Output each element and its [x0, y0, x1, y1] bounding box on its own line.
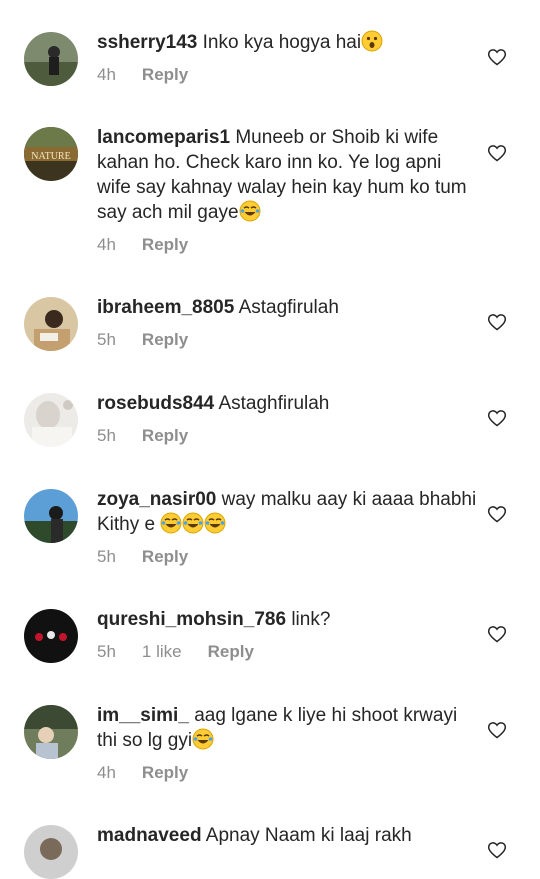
comment-time: 4h	[97, 235, 116, 254]
comment-username[interactable]: zoya_nasir00	[97, 489, 216, 510]
comment-text: Inko kya hogya hai	[202, 32, 362, 53]
comment-username[interactable]: im__simi_	[97, 705, 189, 726]
comment-meta: 5h Reply	[97, 426, 214, 446]
comment-meta: 4h Reply	[97, 65, 214, 85]
comment-username[interactable]: rosebuds844	[97, 393, 214, 414]
reply-button[interactable]: Reply	[142, 547, 188, 566]
comment-body: lancomeparis1 Muneeb or Shoib ki wife ka…	[97, 125, 477, 225]
avatar[interactable]	[24, 609, 78, 663]
comment-time: 4h	[97, 763, 116, 782]
comment-meta: 5h Reply	[97, 547, 214, 567]
avatar[interactable]	[24, 489, 78, 543]
avatar[interactable]	[24, 393, 78, 447]
avatar[interactable]	[24, 705, 78, 759]
reply-button[interactable]: Reply	[142, 763, 188, 782]
comment-body: ssherry143 Inko kya hogya hai	[97, 30, 477, 55]
comment-time: 4h	[97, 65, 116, 84]
comment-time: 5h	[97, 642, 116, 661]
comment-username[interactable]: ibraheem_8805	[97, 297, 234, 318]
heart-outline-icon[interactable]	[487, 408, 507, 428]
comment-body: madnaveed Apnay Naam ki laaj rakh	[97, 823, 477, 848]
reply-button[interactable]: Reply	[142, 65, 188, 84]
comment-body: zoya_nasir00 way malku aay ki aaaa bhabh…	[97, 487, 477, 537]
heart-outline-icon[interactable]	[487, 720, 507, 740]
reply-button[interactable]: Reply	[142, 426, 188, 445]
comment-text: Astagfirulah	[238, 297, 339, 318]
avatar-logo-text: NATURE	[31, 151, 70, 162]
heart-outline-icon[interactable]	[487, 840, 507, 860]
reply-button[interactable]: Reply	[142, 330, 188, 349]
heart-outline-icon[interactable]	[487, 143, 507, 163]
joy-emoji-icon	[160, 512, 182, 534]
avatar[interactable]	[24, 32, 78, 86]
heart-outline-icon[interactable]	[487, 504, 507, 524]
comment-text: Astaghfirulah	[218, 393, 330, 414]
comment-meta: 5h Reply	[97, 330, 214, 350]
avatar[interactable]: NATURE	[24, 127, 78, 181]
comment-time: 5h	[97, 330, 116, 349]
comment-meta: 5h 1 like Reply	[97, 642, 280, 662]
heart-outline-icon[interactable]	[487, 312, 507, 332]
heart-outline-icon[interactable]	[487, 47, 507, 67]
comment-username[interactable]: qureshi_mohsin_786	[97, 609, 286, 630]
heart-outline-icon[interactable]	[487, 624, 507, 644]
joy-emoji-icon	[182, 512, 204, 534]
joy-emoji-icon	[192, 728, 214, 750]
joy-emoji-icon	[239, 200, 261, 222]
comment-body: qureshi_mohsin_786 link?	[97, 607, 477, 632]
comment-time: 5h	[97, 547, 116, 566]
comment-text: link?	[291, 609, 331, 630]
reply-button[interactable]: Reply	[142, 235, 188, 254]
like-count[interactable]: 1 like	[142, 642, 182, 661]
comment-body: im__simi_ aag lgane k liye hi shoot krwa…	[97, 703, 477, 753]
comment-meta: 4h Reply	[97, 763, 214, 783]
joy-emoji-icon	[204, 512, 226, 534]
comment-text: Apnay Naam ki laaj rakh	[205, 825, 412, 846]
comment-username[interactable]: lancomeparis1	[97, 127, 230, 148]
comment-meta: 4h Reply	[97, 235, 214, 255]
comment-body: ibraheem_8805 Astagfirulah	[97, 295, 477, 320]
comment-body: rosebuds844 Astaghfirulah	[97, 391, 477, 416]
comment-time: 5h	[97, 426, 116, 445]
comment-username[interactable]: madnaveed	[97, 825, 202, 846]
reply-button[interactable]: Reply	[208, 642, 254, 661]
avatar[interactable]	[24, 297, 78, 351]
comment-username[interactable]: ssherry143	[97, 32, 197, 53]
avatar[interactable]	[24, 825, 78, 879]
astonished-emoji-icon	[361, 30, 383, 52]
